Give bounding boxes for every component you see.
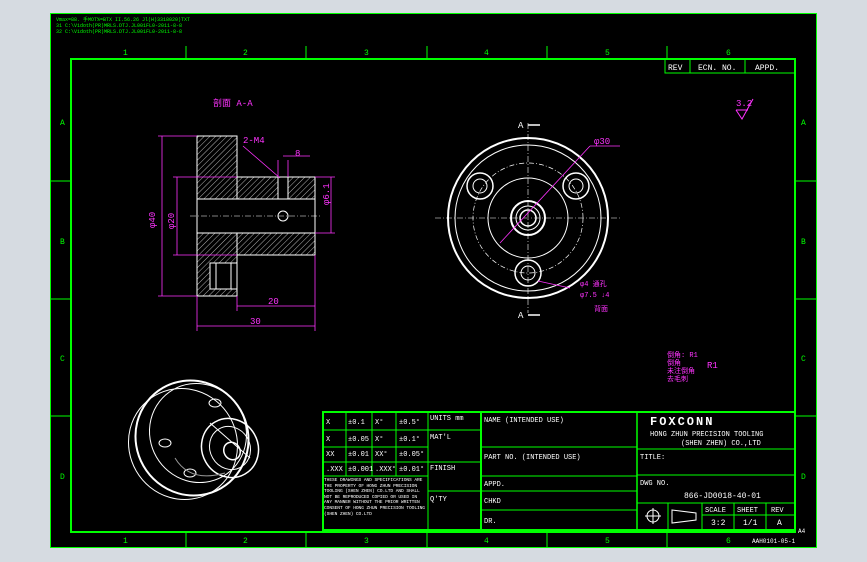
svg-text:.XXX: .XXX [326, 466, 344, 474]
title-block-text: NAME (INTENDED USE) PART NO. (INTENDED U… [484, 415, 806, 545]
svg-text:XX: XX [326, 451, 335, 459]
svg-text:±0.01°: ±0.01° [399, 465, 424, 474]
appd-label: APPD. [484, 481, 505, 489]
col-label-bottom: 2 [243, 537, 248, 546]
qty-label: Q'TY [430, 496, 448, 504]
col-label-top: 5 [605, 49, 610, 58]
col-label-bottom: 4 [484, 537, 489, 546]
company-line-2: (SHEN ZHEN) CO.,LTD [681, 440, 761, 448]
surface-finish-symbol: 3.2 [735, 98, 754, 120]
col-label-top: 2 [243, 49, 248, 58]
dim-dia20: φ20 [167, 213, 177, 229]
thread-callout: 2-M4 [243, 136, 265, 146]
rev-value: A [777, 519, 782, 528]
section-mark-bottom: A [518, 311, 524, 321]
svg-text:X: X [326, 419, 331, 427]
appd-header: APPD. [755, 64, 779, 73]
drawing-canvas: 1 2 3 4 5 6 1 2 3 4 5 6 A B C D A B C D … [50, 13, 817, 548]
name-label: NAME (INTENDED USE) [484, 417, 564, 425]
row-label-left: A [60, 119, 65, 128]
dim-dia61: φ6.1 [322, 183, 332, 205]
row-label-right: B [801, 238, 806, 247]
svg-text:X°: X° [375, 435, 383, 444]
svg-text:倒角: R1: 倒角: R1 [667, 350, 698, 360]
svg-text:未注倒角: 未注倒角 [667, 366, 695, 376]
svg-text:±0.1°: ±0.1° [399, 435, 420, 444]
svg-text:±0.05°: ±0.05° [399, 450, 424, 459]
property-disclaimer: THESE DRAWINGS AND SPECIFICATIONS ARE TH… [324, 478, 425, 517]
size-label: A4 [798, 528, 806, 535]
svg-text:±0.001: ±0.001 [348, 466, 373, 474]
company-line-1: HONG ZHUN PRECISION TOOLING [650, 431, 763, 439]
finish-label: FINISH [430, 465, 455, 473]
row-label-left: D [60, 473, 65, 482]
svg-text:X°: X° [375, 418, 383, 427]
col-label-top: 4 [484, 49, 489, 58]
dwg-no-label: DWG NO. [640, 480, 669, 488]
col-label-bottom: 3 [364, 537, 369, 546]
svg-text:X: X [326, 436, 331, 444]
dim-8: 8 [295, 149, 300, 159]
svg-text:±0.5°: ±0.5° [399, 418, 420, 427]
row-label-right: C [801, 355, 806, 364]
col-label-bottom: 6 [726, 537, 731, 546]
rev-label: REV [771, 507, 784, 515]
drawing-sheet: Vmax=88. 手MOT%=BTX II.56.26 Jl(H)3318020… [50, 13, 817, 548]
row-label-right: A [801, 119, 806, 128]
col-label-bottom: 5 [605, 537, 610, 546]
pcd-label: φ30 [594, 137, 610, 147]
ecn-header: ECN. NO. [698, 64, 736, 73]
col-label-top: 1 [123, 49, 128, 58]
row-label-left: B [60, 238, 65, 247]
sheet-value: 1/1 [743, 519, 758, 528]
svg-text:.XXX°: .XXX° [375, 465, 396, 474]
dim-30: 30 [250, 317, 261, 327]
scale-value: 3:2 [711, 519, 726, 528]
row-label-left: C [60, 355, 65, 364]
dim-dia40: φ40 [148, 212, 158, 228]
inner-frame [70, 58, 796, 533]
svg-text:±0.01: ±0.01 [348, 451, 369, 459]
section-view: 剖面 A-A 2-M4 8 φ40 φ20 φ6.1 20 30 [148, 97, 335, 331]
svg-text:±0.1: ±0.1 [348, 419, 365, 427]
col-label-top: 6 [726, 49, 731, 58]
brand-logo: FOXCONN [650, 415, 714, 429]
svg-text:去毛刺: 去毛刺 [667, 374, 688, 384]
svg-text:XX°: XX° [375, 450, 388, 459]
section-title: 剖面 A-A [213, 97, 253, 109]
sheet-label: SHEET [737, 507, 758, 515]
col-label-top: 3 [364, 49, 369, 58]
row-label-right: D [801, 473, 806, 482]
svg-text:±0.05: ±0.05 [348, 436, 369, 444]
dr-label: DR. [484, 518, 497, 526]
scale-label: SCALE [705, 507, 726, 515]
col-label-bottom: 1 [123, 537, 128, 546]
title-label: TITLE: [640, 454, 665, 462]
dwg-no: 866-JD0018-40-01 [684, 492, 761, 501]
hole-note-3: 背面 [594, 304, 608, 314]
notes-r1: R1 [707, 361, 718, 371]
chkd-label: CHKD [484, 498, 501, 506]
notes: 倒角: R1 倒角 未注倒角 去毛刺 R1 [667, 350, 718, 384]
rev-header: REV [668, 64, 683, 73]
hole-note-2: φ7.5 ↓4 [580, 292, 609, 300]
form-number: AAH0101-05-1 [752, 538, 796, 545]
matl-label: MAT'L [430, 434, 451, 442]
section-mark-top: A [518, 121, 524, 131]
dim-20: 20 [268, 297, 279, 307]
hole-note-1: φ4 通孔 [580, 279, 607, 289]
revision-block: REV ECN. NO. APPD. [664, 58, 796, 74]
part-no-label: PART NO. (INTENDED USE) [484, 454, 581, 462]
units-label: UNITS mm [430, 415, 464, 423]
isometric-view [127, 379, 260, 501]
svg-text:倒角: 倒角 [667, 358, 681, 368]
